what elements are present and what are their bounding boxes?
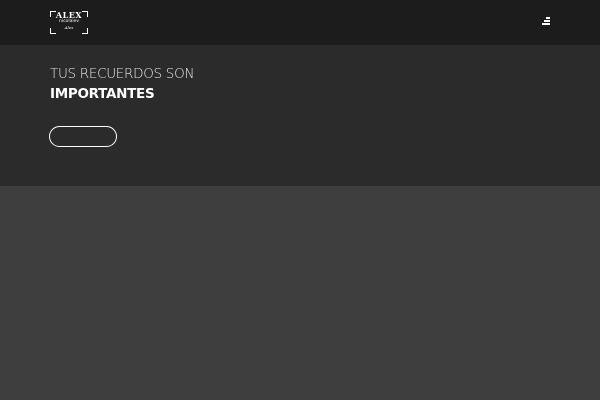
hero-section: TUS RECUERDOS SON IMPORTANTES (0, 45, 600, 186)
menu-bar (544, 20, 550, 22)
top-navbar: ALEX nicolaiev Alex (0, 0, 600, 45)
menu-bar (546, 17, 550, 19)
hero-cta-button[interactable] (49, 126, 117, 147)
hero-heading-line1: TUS RECUERDOS SON (50, 66, 195, 82)
hamburger-menu-icon[interactable] (540, 15, 552, 27)
hero-heading-line2: IMPORTANTES (50, 86, 155, 102)
menu-bar (542, 23, 550, 25)
logo-signature: Alex (64, 25, 74, 30)
site-logo[interactable]: ALEX nicolaiev Alex (50, 11, 88, 34)
content-area (0, 186, 600, 400)
